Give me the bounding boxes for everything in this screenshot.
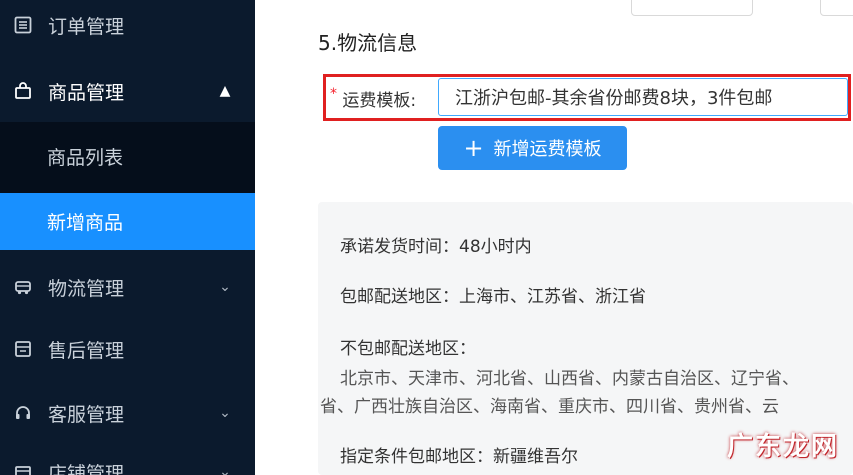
sidebar-item-label: 客服管理 [48,403,125,426]
truck-icon [12,276,34,298]
ship-time: 承诺发货时间：48小时内 [340,237,532,257]
sidebar-item-label: 物流管理 [48,277,125,300]
plus-icon: + [463,134,484,162]
highlight-box [323,74,851,121]
main-content: 5.物流信息 * 运费模板: 江浙沪包邮-其余省份邮费8块，3件包邮 + 新增运… [255,0,853,475]
submenu-item-label: 商品列表 [47,146,124,169]
sidebar-item-store[interactable]: 店铺管理 ⌄ [0,448,255,475]
sidebar-item-customer-service[interactable]: 客服管理 ⌄ [0,384,255,442]
submenu-item-product-list[interactable]: 商品列表 [0,122,255,190]
submenu-item-label: 新增商品 [47,212,124,234]
conditional-free-regions: 指定条件包邮地区：新疆维吾尔 [340,447,578,467]
chevron-down-icon: ⌄ [219,464,231,475]
sidebar-item-after-sales[interactable]: 售后管理 [0,320,255,378]
headset-icon [12,402,34,424]
non-free-regions-line2: 省、广西壮族自治区、海南省、重庆市、四川省、贵州省、云 [320,397,779,417]
sidebar-item-orders[interactable]: 订单管理 [0,0,255,50]
free-regions: 包邮配送地区：上海市、江苏省、浙江省 [340,287,646,307]
sidebar-item-label: 订单管理 [48,15,125,38]
non-free-regions-line1: 北京市、天津市、河北省、山西省、内蒙古自治区、辽宁省、 [340,369,799,389]
after-sales-icon [12,338,34,360]
sidebar-item-label: 售后管理 [48,339,125,362]
section-title: 5.物流信息 [318,31,418,55]
store-icon [12,461,34,475]
sidebar-item-logistics[interactable]: 物流管理 ⌄ [0,258,255,316]
submenu-item-add-product[interactable]: 新增商品 [0,193,255,250]
chevron-down-icon: ⌄ [219,405,231,421]
sidebar: 订单管理 商品管理 ▲ 商品列表 新增商品 物流管理 ⌄ 售后管理 客服管理 ⌄ [0,0,255,475]
sidebar-item-products[interactable]: 商品管理 ▲ [0,60,255,122]
sidebar-item-label: 店铺管理 [48,462,125,475]
non-free-title: 不包邮配送地区： [340,339,476,359]
top-button-left[interactable] [631,0,753,16]
top-button-right[interactable] [820,0,853,16]
sidebar-item-label: 商品管理 [48,81,125,104]
order-list-icon [12,14,34,36]
chevron-up-icon: ▲ [219,83,231,99]
shopping-bag-icon [12,80,34,102]
chevron-down-icon: ⌄ [219,279,231,295]
add-shipping-template-button[interactable]: + 新增运费模板 [438,126,627,170]
add-button-label: 新增运费模板 [493,139,602,160]
watermark: 广东龙网 [726,432,839,462]
